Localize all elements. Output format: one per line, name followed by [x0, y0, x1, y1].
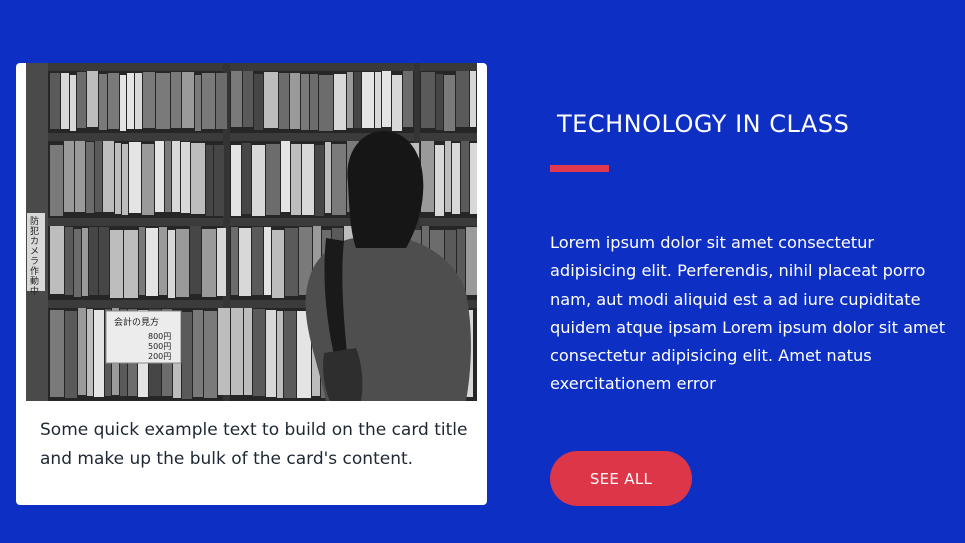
price-sign-price-3: 200円: [148, 352, 172, 361]
price-sign-title: 会計の見方: [114, 318, 160, 328]
see-all-button[interactable]: SEE ALL: [550, 451, 692, 506]
section-description: Lorem ipsum dolor sit amet consectetur a…: [550, 233, 946, 394]
camera-notice-label: 防犯カメラ作動中: [30, 217, 40, 297]
card-image: 会計の見方 800円 500円 200円 防犯カメラ作動中: [26, 63, 477, 401]
section-title: TECHNOLOGY IN CLASS: [557, 110, 850, 138]
card-text: Some quick example text to build on the …: [40, 420, 468, 469]
card: 会計の見方 800円 500円 200円 防犯カメラ作動中 Some quick…: [16, 63, 487, 505]
title-underline: [550, 165, 609, 172]
